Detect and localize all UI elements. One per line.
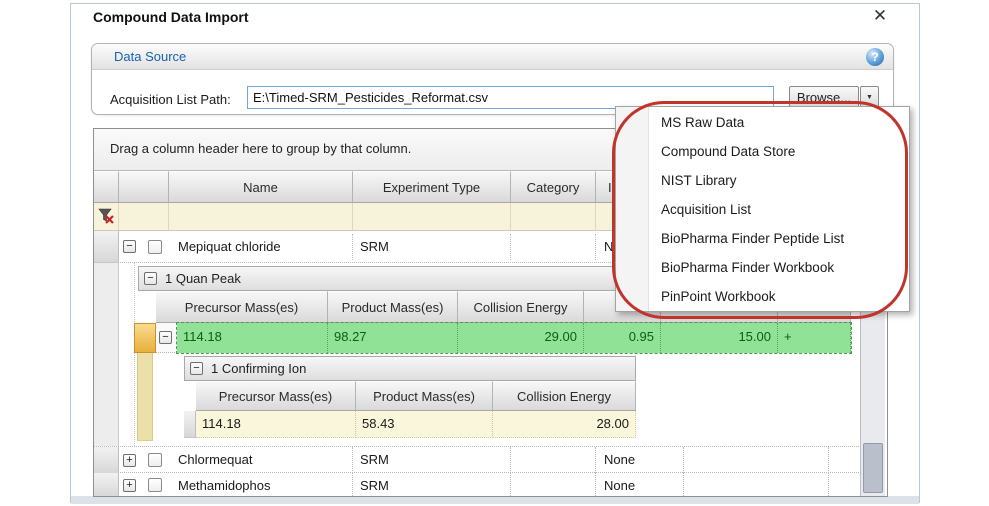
column-header-name[interactable]: Name [169,171,353,203]
menu-item-ms-raw-data[interactable]: MS Raw Data [616,108,909,137]
cell-experiment-type[interactable]: SRM [353,473,511,496]
menu-item-pinpoint-workbook[interactable]: PinPoint Workbook [616,282,909,311]
quan-cell-extra-2[interactable]: 15.00 [661,323,778,353]
menu-item-compound-data-store[interactable]: Compound Data Store [616,137,909,166]
quan-peak-collapse[interactable]: − [144,272,157,285]
confirming-ion-band-label: 1 Confirming Ion [211,361,307,376]
filter-icon-cell[interactable] [94,203,119,230]
confirming-row-indicator [184,411,196,438]
quan-cell-precursor[interactable]: 114.18 [177,323,328,353]
confirming-ion-band: − 1 Confirming Ion [184,356,636,381]
acquisition-list-path-label: Acquisition List Path: [110,92,231,107]
cell-category[interactable] [511,447,596,473]
confirming-header-precursor[interactable]: Precursor Mass(es) [196,381,356,411]
cell-experiment-type[interactable]: SRM [353,234,511,260]
menu-item-biopharma-finder-peptide-list[interactable]: BioPharma Finder Peptide List [616,224,909,253]
table-row: + Methamidophos SRM None [94,473,859,496]
quan-header-collision[interactable]: Collision Energy [458,291,584,323]
quan-cell-product[interactable]: 98.27 [328,323,458,353]
cell-name[interactable]: Chlormequat [169,447,353,473]
data-source-groupbox: Data Source ? Acquisition List Path: Bro… [91,43,894,115]
menu-item-nist-library[interactable]: NIST Library [616,166,909,195]
row-expander-collapse[interactable]: − [123,240,136,253]
confirming-ion-collapse[interactable]: − [190,362,203,375]
groupbox-title: Data Source [114,49,187,64]
row-checkbox[interactable] [148,453,162,467]
row-expander-expand[interactable]: + [123,454,136,467]
header-expander-checkbox [119,171,169,203]
quan-cell-extra-1[interactable]: 0.95 [584,323,661,353]
table-row: + Chlormequat SRM None [94,446,859,474]
column-header-experiment-type[interactable]: Experiment Type [353,171,511,203]
filter-cell-type[interactable] [353,203,511,230]
quan-cell-collision[interactable]: 29.00 [458,323,584,353]
quan-row: 114.18 98.27 29.00 0.95 15.00 + [176,322,852,354]
screenshot-root: Compound Data Import ✕ Data Source ? Acq… [0,0,989,506]
cell-name[interactable]: Methamidophos [169,473,353,496]
confirming-header-product[interactable]: Product Mass(es) [356,381,493,411]
menu-item-acquisition-list[interactable]: Acquisition List [616,195,909,224]
filter-cell-category[interactable] [511,203,596,230]
quan-row-expander-cell: − [156,323,177,353]
cell-5[interactable] [684,473,829,496]
cell-5[interactable] [684,447,829,473]
confirming-header-collision[interactable]: Collision Energy [493,381,636,411]
filter-icon [98,208,114,224]
cell-6[interactable] [829,447,859,473]
quan-cell-polarity[interactable]: + [778,323,851,353]
row-indicator [94,231,119,263]
row-expander-expand[interactable]: + [123,479,136,492]
confirming-cell-collision[interactable]: 28.00 [493,411,636,438]
groupbox-header-band: Data Source ? [92,44,893,70]
header-indicator [94,171,119,203]
close-icon[interactable]: ✕ [867,4,893,28]
detail-left-rail [94,263,119,446]
quan-row-indicator [134,323,156,353]
group-by-hint: Drag a column header here to group by th… [110,141,412,156]
row-indicator [94,447,119,474]
quan-header-product[interactable]: Product Mass(es) [328,291,458,323]
help-icon[interactable]: ? [866,48,884,66]
cell-col4[interactable]: None [596,447,684,473]
cell-category[interactable] [511,473,596,496]
quan-peak-band: − 1 Quan Peak [138,266,636,291]
quan-header-precursor[interactable]: Precursor Mass(es) [156,291,328,323]
quan-peak-band-label: 1 Quan Peak [165,271,241,286]
dialog-bottom-strip [71,496,919,504]
cell-col4[interactable]: None [596,473,684,496]
dialog-title: Compound Data Import [93,9,249,25]
cell-6[interactable] [829,473,859,496]
quan-row-collapse[interactable]: − [159,331,172,344]
scrollbar-thumb[interactable] [863,443,883,493]
row-checkbox[interactable] [148,478,162,492]
row-indicator [94,473,119,496]
cell-name[interactable]: Mepiquat chloride [169,234,353,260]
cell-category[interactable] [511,234,596,260]
menu-item-biopharma-finder-workbook[interactable]: BioPharma Finder Workbook [616,253,909,282]
confirming-cell-precursor[interactable]: 114.18 [196,411,356,438]
indent-guide [134,263,135,446]
data-source-dropdown-menu: MS Raw Data Compound Data Store NIST Lib… [615,106,910,312]
column-header-category[interactable]: Category [511,171,596,203]
filter-cell-name[interactable] [169,203,353,230]
cell-experiment-type[interactable]: SRM [353,447,511,473]
filter-cell[interactable] [119,203,169,230]
confirming-cell-product[interactable]: 58.43 [356,411,493,438]
row-checkbox[interactable] [148,240,162,254]
